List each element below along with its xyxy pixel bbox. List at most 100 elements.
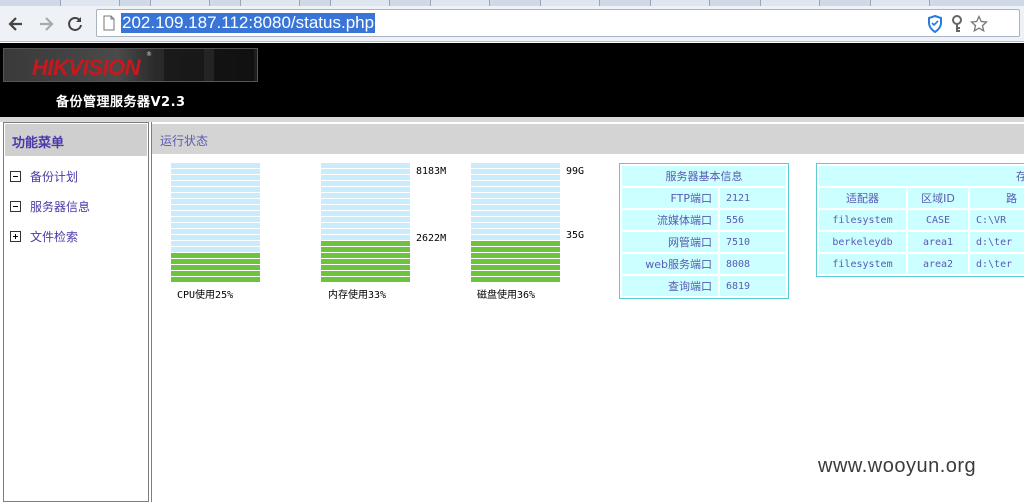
gauge-segment	[471, 199, 560, 204]
reload-button[interactable]	[65, 14, 85, 34]
gauge-segment	[321, 193, 410, 198]
gauge-segment	[321, 247, 410, 252]
gauge-segment	[471, 229, 560, 234]
gauge-segment	[171, 265, 260, 270]
gauge-segment	[321, 217, 410, 222]
gauge-segment	[321, 187, 410, 192]
gauge-segment	[471, 277, 560, 282]
gauge-segment	[321, 175, 410, 180]
menu-header: 功能菜单	[5, 124, 147, 156]
collapse-icon[interactable]	[10, 200, 21, 212]
gauge-segment	[321, 271, 410, 276]
gauge-segment	[171, 277, 260, 282]
gauge-segment	[321, 211, 410, 216]
gauge-segment	[171, 193, 260, 198]
gauge-segment	[171, 175, 260, 180]
gauge-segment	[471, 271, 560, 276]
gauge-segment	[471, 241, 560, 246]
forward-icon	[40, 17, 54, 31]
gauge-segment	[321, 181, 410, 186]
gauge-segment	[471, 217, 560, 222]
menu-item-label[interactable]: 文件检索	[30, 228, 78, 245]
gauge-segment	[171, 217, 260, 222]
gauge-segment	[171, 181, 260, 186]
table-cell: filesystem	[819, 210, 906, 230]
table-cell-label: 流媒体端口	[622, 210, 718, 230]
back-button[interactable]	[6, 14, 26, 34]
main-header: 运行状态	[152, 124, 1024, 154]
reload-icon	[68, 16, 82, 31]
table-cell-label: web服务端口	[622, 254, 718, 274]
gauge-segment	[171, 199, 260, 204]
gauge-segment	[171, 223, 260, 228]
column-header: 区域ID	[908, 188, 968, 208]
back-icon	[8, 17, 22, 31]
storage-table: 存储区 适配器 区域ID 路 filesystem CASE C:\VR ber…	[816, 163, 1024, 277]
gauge-segment	[171, 187, 260, 192]
table-cell: area2	[908, 254, 968, 274]
server-info-title: 服务器基本信息	[622, 166, 786, 186]
column-header: 路	[970, 188, 1024, 208]
cpu-usage-caption: CPU使用25%	[177, 290, 234, 301]
gauge-segment	[171, 163, 260, 168]
storage-title: 存储区	[819, 166, 1024, 186]
gauge-segment	[471, 193, 560, 198]
gauge-segment	[171, 241, 260, 246]
menu-item-backup-plan[interactable]: 备份计划	[10, 167, 78, 185]
key-icon[interactable]	[947, 14, 967, 34]
table-cell: berkeleydb	[819, 232, 906, 252]
table-cell-value: 7510	[720, 232, 786, 252]
table-row: FTP端口 2121	[622, 188, 786, 208]
watermark: www.wooyun.org	[818, 455, 977, 477]
gauge-segment	[171, 235, 260, 240]
gauge-segment	[321, 277, 410, 282]
shield-icon[interactable]	[925, 14, 945, 34]
table-row: 流媒体端口 556	[622, 210, 786, 230]
disk-used-label: 35G	[566, 230, 585, 241]
gauge-segment	[321, 253, 410, 258]
table-cell: CASE	[908, 210, 968, 230]
table-row: web服务端口 8008	[622, 254, 786, 274]
expand-icon[interactable]	[10, 230, 21, 242]
disk-usage-gauge	[471, 163, 560, 283]
forward-button[interactable]	[36, 14, 56, 34]
hikvision-logo: HIKVISION ®	[3, 48, 258, 82]
cpu-usage-gauge	[171, 163, 260, 283]
address-bar[interactable]: 202.109.187.112:8080/status.php	[96, 9, 1020, 37]
gauge-segment	[171, 247, 260, 252]
gauge-segment	[171, 169, 260, 174]
page-icon	[103, 15, 115, 31]
main-title: 运行状态	[160, 134, 209, 148]
storage-table-clip: 存储区 适配器 区域ID 路 filesystem CASE C:\VR ber…	[816, 163, 1024, 283]
table-cell-value: 2121	[720, 188, 786, 208]
collapse-icon[interactable]	[10, 170, 21, 182]
table-row: filesystem CASE C:\VR	[819, 210, 1024, 230]
menu-item-label[interactable]: 服务器信息	[30, 198, 90, 215]
star-icon[interactable]	[969, 14, 989, 34]
gauge-segment	[471, 223, 560, 228]
column-header: 适配器	[819, 188, 906, 208]
gauge-segment	[471, 187, 560, 192]
gauge-segment	[471, 175, 560, 180]
disk-usage-caption: 磁盘使用36%	[477, 290, 536, 301]
gauge-segment	[321, 259, 410, 264]
gauge-segment	[321, 199, 410, 204]
table-cell-label: 查询端口	[622, 276, 718, 296]
memory-total-label: 8183M	[416, 166, 447, 177]
gauge-segment	[471, 169, 560, 174]
logo-text: HIKVISION	[32, 55, 140, 80]
table-row: 网管端口 7510	[622, 232, 786, 252]
gauge-segment	[171, 229, 260, 234]
table-cell-value: 556	[720, 210, 786, 230]
menu-item-file-search[interactable]: 文件检索	[10, 227, 78, 245]
gauge-segment	[321, 235, 410, 240]
menu-item-label[interactable]: 备份计划	[30, 168, 78, 185]
gauge-segment	[171, 205, 260, 210]
table-header-row: 适配器 区域ID 路	[819, 188, 1024, 208]
gauge-segment	[171, 253, 260, 258]
menu-title: 功能菜单	[12, 136, 65, 151]
menu-item-server-info[interactable]: 服务器信息	[10, 197, 90, 215]
table-cell-value: 8008	[720, 254, 786, 274]
trademark-icon: ®	[146, 51, 152, 58]
url-text[interactable]: 202.109.187.112:8080/status.php	[121, 13, 376, 33]
